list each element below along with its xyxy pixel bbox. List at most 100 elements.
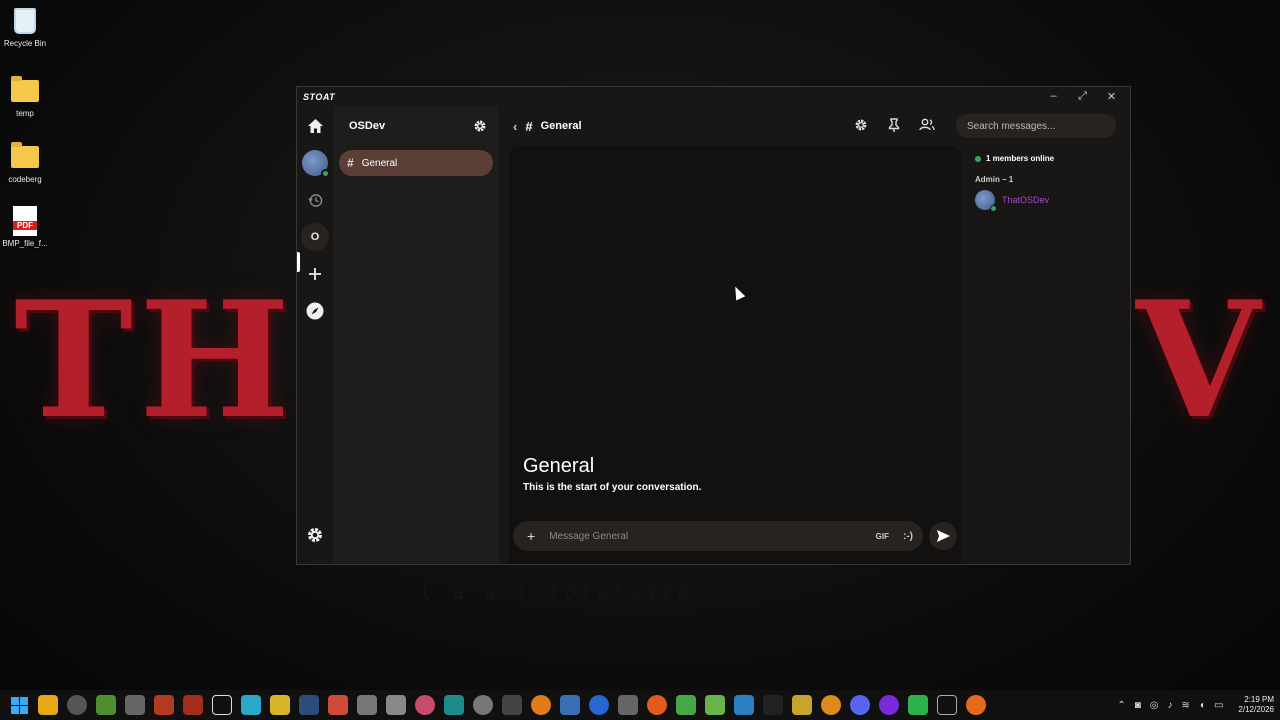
members-online-count: 1 members online [986,154,1055,163]
gear-icon [308,528,322,542]
gif-button[interactable]: GIF [876,532,889,541]
app-icon[interactable] [560,695,580,715]
desktop-icon-temp[interactable]: temp [0,76,50,118]
desktop-icon-label: temp [16,109,34,118]
app-logo: STOAT [303,91,336,102]
app-icon[interactable] [183,695,203,715]
app-icon[interactable] [125,695,145,715]
online-dot-icon [975,155,981,162]
member-list-button[interactable] [919,118,935,134]
channel-header: ‹ # General Search messages... [499,106,1130,146]
attach-plus-icon[interactable]: + [527,528,535,544]
discord-tray-icon[interactable]: ◙ [1135,700,1141,711]
app-icon[interactable] [792,695,812,715]
app-icon[interactable] [96,695,116,715]
chevron-up-icon[interactable]: ⌃ [1117,700,1125,711]
battery-icon[interactable]: ▭ [1214,700,1223,711]
discord-icon[interactable] [850,695,870,715]
message-input[interactable]: Message General [549,531,861,542]
pin-icon [888,117,900,132]
app-icon[interactable] [386,695,406,715]
app-icon[interactable] [647,695,667,715]
server-header[interactable]: OSDev [333,106,499,146]
minimize-button[interactable]: – [1041,90,1066,103]
app-icon[interactable] [763,695,783,715]
gear-icon[interactable] [473,119,487,133]
history-icon [307,193,322,207]
emoji-button[interactable]: :-) [903,531,913,542]
maximize-button[interactable]: ⤢ [1070,90,1095,103]
steam-icon[interactable] [299,695,319,715]
channel-title: General [540,120,582,132]
user-avatar-button[interactable] [301,149,330,178]
app-icon[interactable] [328,695,348,715]
clock[interactable]: 2:19 PM 2/12/2026 [1238,695,1274,716]
channel-label: General [361,157,398,169]
title-bar[interactable]: STOAT – ⤢ ✕ [297,87,1130,106]
app-icon[interactable] [270,695,290,715]
member-name: ThatOSDev [1002,195,1050,205]
app-icon[interactable] [618,695,638,715]
channel-settings-button[interactable] [853,118,869,135]
send-button[interactable] [929,522,957,550]
member-sidebar: 1 members online Admin – 1 ThatOSDev [961,146,1130,564]
app-icon[interactable] [705,695,725,715]
microphone-icon[interactable]: ♪ [1168,700,1173,711]
app-icon[interactable] [908,695,928,715]
send-icon [936,530,950,542]
pinned-messages-button[interactable] [886,117,902,135]
stoat-app-icon[interactable] [879,695,899,715]
app-icon[interactable] [415,695,435,715]
discover-button[interactable] [301,297,329,325]
clock-time: 2:19 PM [1244,694,1274,704]
back-chevron-icon[interactable]: ‹ [513,119,517,134]
user-settings-button[interactable] [301,521,329,549]
history-button[interactable] [301,186,329,214]
app-icon[interactable] [473,695,493,715]
users-icon [919,118,935,131]
message-composer[interactable]: + Message General GIF :-) [513,521,923,551]
app-icon[interactable] [502,695,522,715]
file-explorer-icon[interactable] [38,695,58,715]
app-icon[interactable] [734,695,754,715]
desktop-icon-bmp-file[interactable]: PDF BMP_file_f... [0,206,50,248]
wallpaper-caption: t a a i totalsize , [420,580,725,604]
desktop-icon-recycle-bin[interactable]: Recycle Bin [0,6,50,48]
wallpaper-text-right: V [1136,266,1267,454]
terminal-icon[interactable] [937,695,957,715]
desktop-icon-codeberg[interactable]: codeberg [0,142,50,184]
add-server-button[interactable] [301,260,329,288]
stoat-window: STOAT – ⤢ ✕ O OSDev # General ‹ # Genera… [296,86,1131,565]
app-tray-icon[interactable]: ◎ [1150,700,1159,711]
wallpaper-text-left: TH [14,266,297,454]
search-messages-input[interactable]: Search messages... [956,114,1116,138]
channel-item-general[interactable]: # General [339,150,493,176]
app-icon[interactable] [589,695,609,715]
member-item[interactable]: ThatOSDev [975,190,1116,212]
app-icon[interactable] [676,695,696,715]
blender-icon[interactable] [531,695,551,715]
message-list[interactable]: General This is the start of your conver… [509,146,961,516]
wifi-icon[interactable]: ≋ [1182,700,1190,711]
pdf-file-icon: PDF [10,206,40,236]
app-icon[interactable] [357,695,377,715]
app-icon[interactable] [241,695,261,715]
taskbar: ⌃ ◙ ◎ ♪ ≋ ◖ ▭ 2:19 PM 2/12/2026 [0,690,1280,720]
app-icon[interactable] [444,695,464,715]
close-button[interactable]: ✕ [1099,90,1124,103]
compass-icon [306,302,324,320]
volume-icon[interactable]: ◖ [1199,700,1205,711]
chat-panel: General This is the start of your conver… [509,146,961,564]
app-icon[interactable] [154,695,174,715]
role-header: Admin – 1 [975,175,1014,184]
server-osdev-button[interactable]: O [301,223,329,251]
chrome-icon[interactable] [67,695,87,715]
terminal-icon[interactable] [212,695,232,715]
gear-icon [855,119,867,130]
server-name: OSDev [349,120,386,132]
server-rail: O [297,106,333,564]
home-button[interactable] [301,112,329,140]
firefox-icon[interactable] [966,695,986,715]
start-button[interactable] [6,692,32,718]
app-icon[interactable] [821,695,841,715]
